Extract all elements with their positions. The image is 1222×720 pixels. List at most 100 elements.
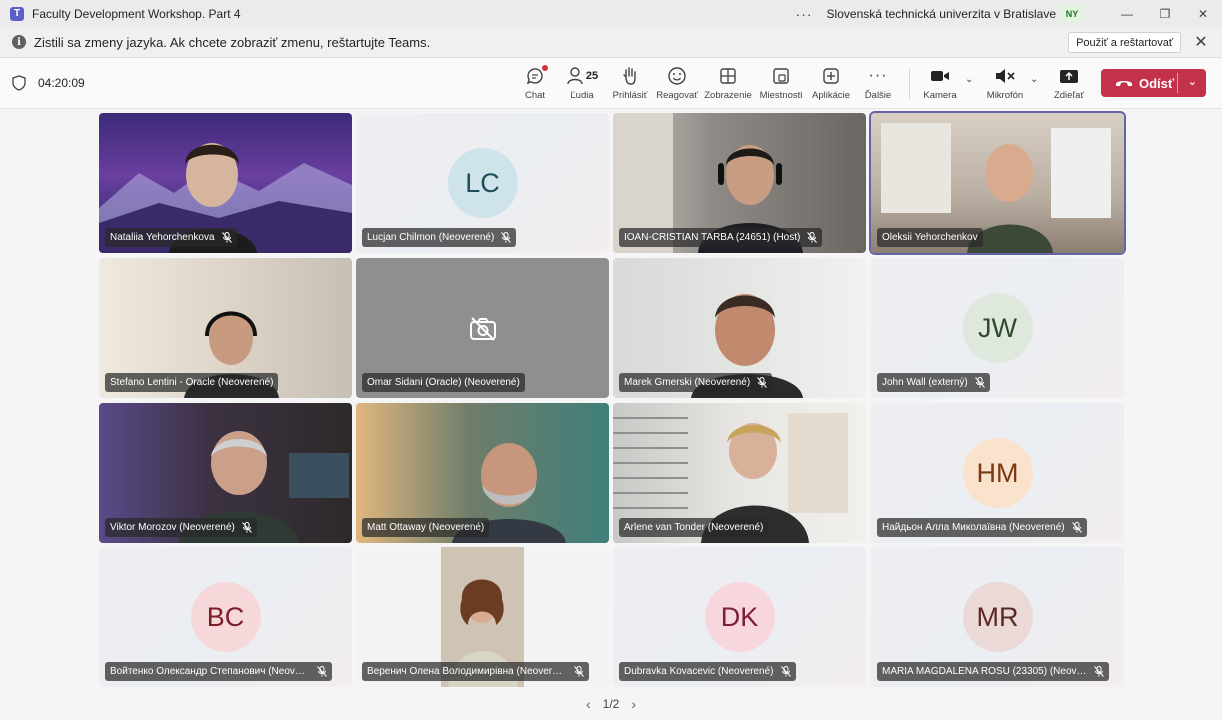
mic-muted-icon [317, 666, 327, 677]
gallery-pager: ‹ 1/2 › [0, 694, 1222, 714]
info-icon: i [12, 35, 26, 49]
participant-tile[interactable]: MR MARIA MAGDALENA ROSU (23305) (Neovere… [871, 547, 1124, 687]
share-button[interactable]: Zdieľať [1052, 66, 1086, 104]
hand-icon [623, 67, 636, 85]
rooms-icon [773, 68, 789, 84]
mic-muted-icon [757, 377, 768, 388]
next-page-chevron-icon[interactable]: › [631, 696, 636, 712]
participant-avatar: LC [447, 148, 518, 218]
participant-name: Войтенко Олександр Степанович (Neoverené… [110, 666, 310, 677]
participant-name-bar: Dubravka Kovacevic (Neoverené) [619, 662, 796, 681]
participant-tile[interactable]: LC Lucjan Chilmon (Neoverené) [356, 113, 609, 253]
microphone-button[interactable]: Mikrofón [984, 66, 1026, 104]
apps-button[interactable]: Aplikácie [811, 66, 851, 104]
breakout-rooms-button[interactable]: Miestnosti [759, 66, 803, 104]
participant-tile[interactable]: Веренич Олена Володимирівна (Neoverené) [356, 547, 609, 687]
participant-name-bar: Marek Gmerski (Neoverené) [619, 373, 773, 392]
close-notice-icon[interactable]: ✕ [1192, 33, 1210, 51]
camera-options-chevron-icon[interactable]: ⌄ [965, 74, 973, 85]
restore-button[interactable]: ❐ [1146, 0, 1184, 27]
share-label: Zdieľať [1053, 90, 1085, 101]
more-options-icon[interactable]: ··· [796, 6, 813, 22]
react-button[interactable]: Reagovať [656, 66, 698, 104]
participant-name: John Wall (externý) [882, 377, 968, 388]
meeting-timer: 04:20:09 [38, 76, 85, 90]
participant-tile[interactable]: Arlene van Tonder (Neoverené) [613, 403, 866, 543]
view-label: Zobrazenie [704, 90, 752, 101]
participant-avatar: DK [704, 582, 775, 652]
participant-name: Найдьон Алла Миколаївна (Neoverené) [882, 522, 1065, 533]
minimize-button[interactable]: — [1108, 0, 1146, 27]
participant-tile[interactable]: IOAN-CRISTIAN TARBA (24651) (Host) [613, 113, 866, 253]
shield-icon [12, 75, 26, 91]
participant-name: Viktor Morozov (Neoverené) [110, 522, 235, 533]
participant-tile[interactable]: Viktor Morozov (Neoverené) [99, 403, 352, 543]
teams-logo-icon: T [10, 6, 24, 21]
participant-tile-active-speaker[interactable]: Oleksii Yehorchenkov [871, 113, 1124, 253]
participant-name: Lucjan Chilmon (Neoverené) [367, 232, 495, 243]
participant-name: Веренич Олена Володимирівна (Neoverené) [367, 666, 567, 677]
participant-tile[interactable]: Matt Ottaway (Neoverené) [356, 403, 609, 543]
leave-options-chevron-icon[interactable]: ⌄ [1188, 75, 1197, 88]
participant-name: Matt Ottaway (Neoverené) [367, 522, 485, 533]
view-button[interactable]: Zobrazenie [704, 66, 752, 104]
people-count: 25 [585, 70, 599, 82]
more-button[interactable]: ··· Ďalšie [864, 66, 892, 104]
camera-icon [931, 71, 949, 81]
raise-hand-button[interactable]: Prihlásiť [612, 66, 648, 104]
participant-tile[interactable]: Stefano Lentini - Oracle (Neoverené) [99, 258, 352, 398]
previous-page-chevron-icon[interactable]: ‹ [586, 696, 591, 712]
people-button[interactable]: 25 Ľudia [565, 66, 599, 104]
mic-muted-icon [574, 666, 584, 677]
participant-name: Dubravka Kovacevic (Neoverené) [624, 666, 774, 677]
more-label: Ďalšie [864, 90, 892, 101]
notice-text: Zistili sa zmeny jazyka. Ak chcete zobra… [34, 34, 431, 50]
participant-tile[interactable]: Nataliia Yehorchenkova [99, 113, 352, 253]
smile-icon [668, 67, 686, 85]
participant-avatar: JW [962, 293, 1033, 363]
participant-name-bar: Веренич Олена Володимирівна (Neoverené) [362, 662, 589, 681]
leave-split-divider [1177, 73, 1178, 93]
language-notice-bar: i Zistili sa zmeny jazyka. Ak chcete zob… [0, 27, 1222, 58]
participant-name-bar: Lucjan Chilmon (Neoverené) [362, 228, 517, 247]
add-app-icon [823, 68, 839, 84]
leave-button[interactable]: Odísť ⌄ [1101, 69, 1206, 97]
apps-label: Aplikácie [811, 90, 851, 101]
participant-name: Oleksii Yehorchenkov [882, 232, 978, 243]
participant-tile[interactable]: HM Найдьон Алла Миколаївна (Neoverené) [871, 403, 1124, 543]
participant-name: Marek Gmerski (Neoverené) [624, 377, 751, 388]
chat-button[interactable]: Chat [522, 65, 548, 104]
mic-label: Mikrofón [986, 90, 1024, 101]
participant-name-bar: Найдьон Алла Миколаївна (Neoverené) [877, 518, 1087, 537]
mic-muted-icon [807, 232, 818, 243]
participant-name-bar: Oleksii Yehorchenkov [877, 228, 983, 247]
participant-name: Stefano Lentini - Oracle (Neoverené) [110, 377, 274, 388]
participant-name: MARIA MAGDALENA ROSU (23305) (Neoverené) [882, 666, 1087, 677]
user-avatar[interactable]: NY [1062, 5, 1082, 22]
participant-avatar: HM [962, 438, 1033, 508]
title-bar: T Faculty Development Workshop. Part 4 ·… [0, 0, 1222, 27]
camera-label: Kamera [923, 90, 957, 101]
rooms-label: Miestnosti [759, 90, 803, 101]
camera-button[interactable]: Kamera [923, 66, 957, 104]
mic-muted-icon [996, 69, 1015, 83]
organization-name: Slovenská technická univerzita v Bratisl… [826, 6, 1056, 21]
participant-tile[interactable]: JW John Wall (externý) [871, 258, 1124, 398]
participant-name: IOAN-CRISTIAN TARBA (24651) (Host) [624, 232, 801, 243]
participant-name-bar: Omar Sidani (Oracle) (Neoverené) [362, 373, 525, 392]
apply-restart-button[interactable]: Použiť a reštartovať [1068, 32, 1181, 53]
leave-label: Odísť [1139, 75, 1175, 91]
participant-tile[interactable]: Marek Gmerski (Neoverené) [613, 258, 866, 398]
participant-name-bar: Войтенко Олександр Степанович (Neoverené… [105, 662, 332, 681]
mic-muted-icon [221, 232, 232, 243]
participant-name-bar: Matt Ottaway (Neoverené) [362, 518, 490, 537]
close-window-button[interactable]: ✕ [1184, 0, 1222, 27]
participant-tile[interactable]: Omar Sidani (Oracle) (Neoverené) [356, 258, 609, 398]
participant-name-bar: Stefano Lentini - Oracle (Neoverené) [105, 373, 279, 392]
participant-tile[interactable]: DK Dubravka Kovacevic (Neoverené) [613, 547, 866, 687]
participant-name-bar: Nataliia Yehorchenkova [105, 228, 237, 247]
participant-name: Arlene van Tonder (Neoverené) [624, 522, 764, 533]
hang-up-icon [1116, 81, 1132, 86]
participant-tile[interactable]: BC Войтенко Олександр Степанович (Neover… [99, 547, 352, 687]
mic-options-chevron-icon[interactable]: ⌄ [1030, 74, 1038, 85]
